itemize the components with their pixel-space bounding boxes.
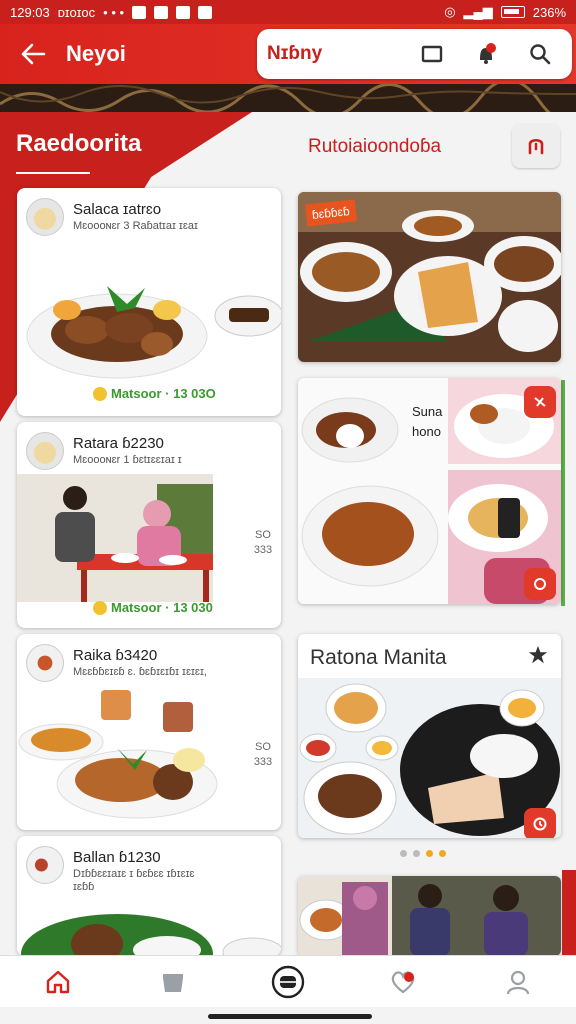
- thumb-icon: [93, 600, 107, 615]
- nav-menu[interactable]: [115, 956, 230, 1007]
- home-icon: [46, 970, 69, 993]
- heart-icon: [391, 970, 415, 993]
- carousel-dot-active[interactable]: [426, 850, 433, 857]
- bowl-icon: [162, 973, 183, 992]
- decorative-banner: [0, 84, 576, 112]
- card-subtitle-2: ɪɛɓɓ: [73, 881, 95, 893]
- card-subtitle: Mɛɛɓɓɛɪɛɓ ɛ. ɓɛɓɪɛɪɓɪ ɪɛɪɛɪ,: [73, 666, 207, 678]
- featured-card-ratona[interactable]: Ratona Manita: [298, 634, 561, 838]
- battery-percent: 236%: [532, 4, 566, 20]
- nav-center[interactable]: [230, 956, 345, 1007]
- collage-label: Suna hono: [412, 402, 442, 442]
- left-section-underline: [16, 172, 90, 174]
- collage-label-line-1: Suna: [412, 404, 443, 419]
- card-title: Raika ɓ3420: [73, 647, 158, 664]
- food-image: [26, 286, 281, 379]
- food-card-1[interactable]: Salaca ɪatrɛo Mɛoooɴɛr 3 Raɓatɪaɪ ɪɛaɪ M…: [17, 188, 281, 416]
- wifi-icon: ◎: [444, 4, 456, 19]
- collage-label-line-2: hono: [412, 424, 441, 439]
- app-title: Neyoi: [66, 41, 126, 66]
- food-card-3[interactable]: Raika ɓ3420 Mɛɛɓɓɛɪɛɓ ɛ. ɓɛɓɪɛɪɓɪ ɪɛɪɛɪ,…: [17, 634, 281, 830]
- star-icon[interactable]: [527, 644, 549, 671]
- people-photo: [17, 474, 213, 602]
- carousel-dot[interactable]: [439, 850, 446, 857]
- featured-food-image: [298, 678, 561, 838]
- gesture-home-bar[interactable]: [208, 1014, 372, 1019]
- avatar: [26, 198, 64, 236]
- clock-icon[interactable]: [524, 808, 556, 838]
- carousel-dot[interactable]: [400, 850, 407, 857]
- card-title: Salaca ɪatrɛo: [73, 201, 162, 218]
- carousel-dots[interactable]: [400, 850, 446, 857]
- battery-icon: [500, 6, 525, 18]
- featured-title: Ratona Manita: [310, 646, 447, 669]
- scan-icon: [271, 965, 305, 998]
- featured-photo-people[interactable]: [298, 876, 561, 956]
- side-info-line-1: SO: [255, 529, 271, 541]
- card-meta: Matsoor · 13 03O: [93, 386, 216, 401]
- notification-icon-1: [132, 5, 147, 19]
- card-title: Ratara ɓ2230: [73, 435, 164, 452]
- status-carrier: ᴅɪᴏɪᴏᴄ: [57, 4, 96, 20]
- card-meta-text: Matsoor · 13 030: [111, 600, 213, 615]
- card-subtitle: Dɪɓɓɛɛɪaɪɛ ɪ ɓɛɓɛɛ ɪɓɪɛɪɛ: [73, 868, 195, 880]
- people-photo: [298, 876, 561, 956]
- share-icon[interactable]: [524, 568, 556, 600]
- card-title: Ballan ɓ1230: [73, 849, 161, 866]
- card-meta: Matsoor · 13 030: [93, 600, 213, 615]
- nav-profile[interactable]: [461, 956, 576, 1007]
- side-info: SO 333: [250, 740, 276, 770]
- card-subtitle: Mɛoooɴɛr 1 ɓɛtɪɛɛɪaɪ ɪ: [73, 454, 182, 466]
- search-text[interactable]: Nɪɓny: [267, 43, 322, 65]
- red-edge-accent: [562, 870, 576, 960]
- food-image: [18, 690, 218, 819]
- back-arrow-icon[interactable]: [0, 24, 66, 84]
- bottom-nav: [0, 955, 576, 1007]
- food-card-4[interactable]: Ballan ɓ1230 Dɪɓɓɛɛɪaɪɛ ɪ ɓɛɓɛɛ ɪɓɪɛɪɛ ɪ…: [17, 836, 281, 956]
- side-info-line-1: SO: [255, 741, 271, 753]
- notification-icon-4: [198, 5, 213, 19]
- left-section-title: Raedoorita: [16, 130, 142, 157]
- side-info: SO 333: [250, 528, 276, 558]
- search-icon[interactable]: [520, 34, 560, 74]
- signal-icon: ▂▄▆: [463, 4, 493, 19]
- tablet-icon[interactable]: [412, 34, 452, 74]
- side-info-line-2: 333: [253, 756, 273, 768]
- side-info-line-2: 333: [253, 544, 273, 556]
- notification-icon-2: [154, 5, 169, 19]
- featured-photo-1[interactable]: ɓɛɓɓɛɓ: [298, 192, 561, 362]
- notification-icon-3: [176, 5, 191, 19]
- notification-icon[interactable]: [466, 34, 506, 74]
- nav-favorites[interactable]: [346, 956, 461, 1007]
- nav-home[interactable]: [0, 956, 115, 1007]
- avatar: [26, 846, 64, 884]
- status-time: 129:03: [10, 4, 50, 20]
- favorite-icon[interactable]: [524, 386, 556, 418]
- search-pill[interactable]: Nɪɓny: [257, 29, 572, 79]
- carousel-dot[interactable]: [413, 850, 420, 857]
- avatar: [26, 644, 64, 682]
- avatar: [26, 432, 64, 470]
- app-bar: Neyoi Nɪɓny: [0, 24, 576, 84]
- food-card-2[interactable]: Ratara ɓ2230 Mɛoooɴɛr 1 ɓɛtɪɛɛɪaɪ ɪ SO 3…: [17, 422, 281, 628]
- status-bar: 129:03 ᴅɪᴏɪᴏᴄ • • • ◎ ▂▄▆ 236%: [0, 0, 576, 24]
- card-subtitle: Mɛoooɴɛr 3 Raɓatɪaɪ ɪɛaɪ: [73, 220, 198, 232]
- green-accent-line: [561, 380, 565, 606]
- filter-icon[interactable]: [512, 124, 560, 168]
- thumb-icon: [93, 386, 107, 401]
- person-icon: [507, 970, 530, 994]
- food-image: [21, 914, 281, 956]
- right-section-title: Rutoiaioondoɓa: [308, 136, 442, 157]
- card-meta-text: Matsoor · 13 03O: [111, 386, 216, 401]
- status-dots: • • •: [103, 4, 125, 20]
- featured-collage[interactable]: Suna hono: [298, 378, 561, 604]
